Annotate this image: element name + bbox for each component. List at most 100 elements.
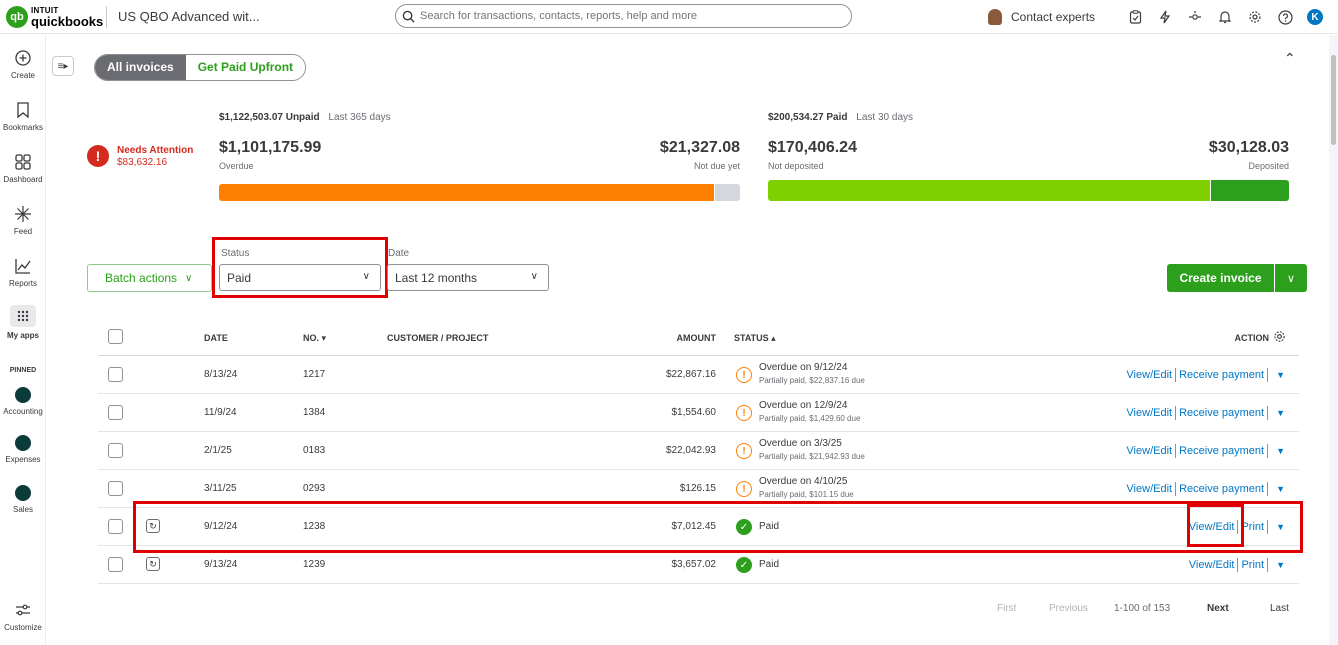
qb-logo-icon: qb (6, 6, 28, 28)
more-actions-caret-icon[interactable]: ▼ (1276, 446, 1285, 456)
feed-sparkle-icon (15, 206, 31, 222)
search-input[interactable] (420, 10, 840, 22)
date-filter-dropdown[interactable]: Last 12 months ∨ (387, 264, 549, 291)
pager-first[interactable]: First (997, 603, 1016, 614)
row-amount: $3,657.02 (671, 559, 717, 570)
deposited-bar[interactable] (1211, 180, 1289, 201)
table-row[interactable]: 11/9/24 1384 $1,554.60 ! Overdue on 12/9… (98, 394, 1299, 432)
needs-attention[interactable]: ! Needs Attention $83,632.16 (87, 145, 193, 169)
view-edit-link[interactable]: View/Edit (1189, 559, 1235, 571)
nav-reports[interactable]: Reports (0, 257, 46, 288)
nav-accounting[interactable]: Accounting (0, 387, 46, 416)
row-checkbox[interactable] (108, 405, 123, 420)
row-amount: $22,042.93 (665, 445, 716, 456)
row-actions: View/Edit Receive payment ▼ (1126, 444, 1285, 458)
deposited-label: Deposited (1248, 161, 1289, 171)
not-deposited-bar[interactable] (768, 180, 1210, 201)
row-amount: $1,554.60 (671, 407, 717, 418)
expert-avatar-icon (988, 9, 1002, 25)
nav-create[interactable]: Create (0, 49, 46, 80)
row-checkbox[interactable] (108, 557, 123, 572)
table-settings-gear-icon[interactable] (1273, 330, 1286, 343)
not-due-bar[interactable] (715, 184, 740, 201)
header-no[interactable]: NO. ▾ (303, 333, 326, 344)
more-actions-caret-icon[interactable]: ▼ (1276, 560, 1285, 570)
view-edit-link[interactable]: View/Edit (1126, 445, 1172, 457)
company-name[interactable]: US QBO Advanced wit... (118, 9, 260, 24)
row-status-detail: Partially paid, $22,837.16 due (759, 376, 865, 385)
nav-label: My apps (6, 331, 39, 340)
collapse-panel-button[interactable]: ≡▸ (52, 56, 74, 76)
receive-payment-link[interactable]: Receive payment (1179, 483, 1264, 495)
nav-label: Sales (12, 505, 33, 514)
help-icon[interactable] (1277, 9, 1293, 25)
page-scrollbar[interactable] (1329, 35, 1338, 645)
nav-customize[interactable]: Customize (0, 601, 46, 632)
pager-previous[interactable]: Previous (1049, 603, 1088, 614)
panel-toggle-icon: ≡▸ (57, 60, 69, 72)
select-all-checkbox[interactable] (108, 329, 123, 344)
lightning-icon[interactable] (1157, 9, 1173, 25)
nav-label: Feed (13, 227, 33, 236)
overdue-status-icon: ! (736, 367, 752, 383)
pager-next[interactable]: Next (1207, 603, 1229, 614)
table-row[interactable]: 2/1/25 0183 $22,042.93 ! Overdue on 3/3/… (98, 432, 1299, 470)
row-date: 9/13/24 (204, 559, 238, 570)
nav-expenses[interactable]: Expenses (0, 435, 46, 464)
print-link[interactable]: Print (1241, 559, 1264, 571)
tab-get-paid-upfront[interactable]: Get Paid Upfront (185, 55, 306, 80)
nav-feed[interactable]: Feed (0, 205, 46, 236)
row-checkbox[interactable] (108, 443, 123, 458)
nav-dashboard[interactable]: Dashboard (0, 153, 46, 184)
not-deposited-label: Not deposited (768, 161, 824, 171)
create-invoice-menu-button[interactable]: ∨ (1275, 264, 1307, 292)
nav-bookmarks[interactable]: Bookmarks (0, 101, 46, 132)
row-checkbox[interactable] (108, 367, 123, 382)
view-edit-link[interactable]: View/Edit (1126, 407, 1172, 419)
batch-actions-label: Batch actions (105, 271, 178, 285)
batch-actions-button[interactable]: Batch actions ∨ (87, 264, 212, 292)
row-checkbox[interactable] (108, 519, 123, 534)
collapse-summary-icon[interactable]: ⌃ (1284, 50, 1296, 67)
gear-icon[interactable] (1247, 9, 1263, 25)
apps-grid-icon (17, 310, 29, 322)
quickbooks-logo[interactable]: qb INTUIT quickbooks (6, 5, 103, 29)
paid-header: $200,534.27 Paid Last 30 days (768, 112, 913, 123)
view-edit-link[interactable]: View/Edit (1126, 369, 1172, 381)
overdue-status-icon: ! (736, 405, 752, 421)
header-customer[interactable]: CUSTOMER / PROJECT (387, 333, 488, 343)
header-status[interactable]: STATUS ▴ (734, 333, 776, 344)
tab-all-invoices[interactable]: All invoices (95, 55, 186, 80)
row-status: Paid (759, 559, 780, 570)
needs-attention-amount: $83,632.16 (117, 157, 168, 168)
overdue-bar[interactable] (219, 184, 714, 201)
scrollbar-thumb[interactable] (1331, 55, 1336, 145)
table-row[interactable]: 8/13/24 1217 $22,867.16 ! Overdue on 9/1… (98, 356, 1299, 394)
row-checkbox[interactable] (108, 481, 123, 496)
search-bar[interactable] (395, 4, 852, 28)
more-actions-caret-icon[interactable]: ▼ (1276, 370, 1285, 380)
highlight-paid-row (133, 501, 1303, 553)
clipboard-icon[interactable] (1127, 9, 1143, 25)
more-actions-caret-icon[interactable]: ▼ (1276, 484, 1285, 494)
highlight-status-filter (212, 237, 388, 298)
receive-payment-link[interactable]: Receive payment (1179, 407, 1264, 419)
receive-payment-link[interactable]: Receive payment (1179, 445, 1264, 457)
create-invoice-button[interactable]: Create invoice (1167, 264, 1274, 292)
pager-last[interactable]: Last (1270, 603, 1289, 614)
header-date[interactable]: DATE (204, 333, 228, 343)
receive-payment-link[interactable]: Receive payment (1179, 369, 1264, 381)
user-avatar[interactable]: K (1307, 9, 1324, 25)
nav-my-apps[interactable]: My apps (0, 305, 46, 340)
contact-experts-button[interactable]: Contact experts (988, 9, 1095, 25)
date-filter-label: Date (388, 248, 410, 259)
overdue-status-icon: ! (736, 481, 752, 497)
sales-app-icon (15, 485, 31, 501)
ai-sparkle-icon[interactable] (1187, 9, 1203, 25)
header-amount[interactable]: AMOUNT (618, 333, 717, 343)
view-edit-link[interactable]: View/Edit (1126, 483, 1172, 495)
alert-icon: ! (87, 145, 109, 167)
more-actions-caret-icon[interactable]: ▼ (1276, 408, 1285, 418)
bell-icon[interactable] (1217, 9, 1233, 25)
nav-sales[interactable]: Sales (0, 485, 46, 514)
